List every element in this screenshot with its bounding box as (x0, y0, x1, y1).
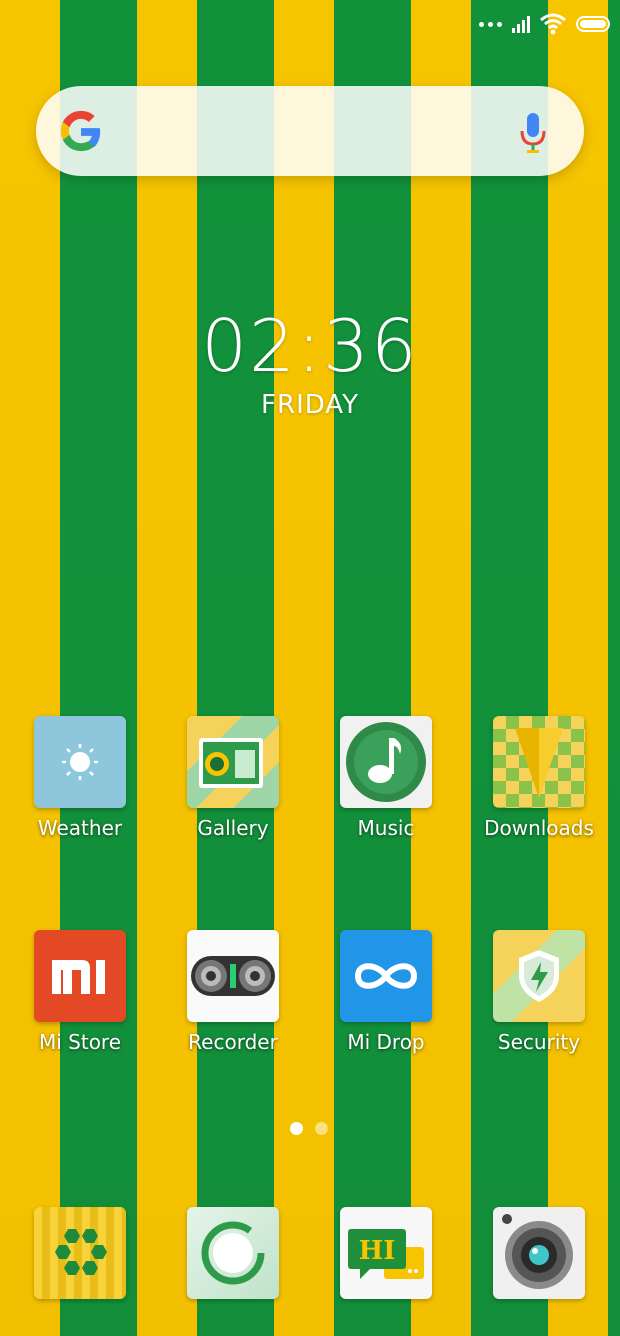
dock-reflection (0, 1310, 620, 1336)
clock-time: 02:36 (201, 304, 419, 388)
microphone-icon[interactable] (518, 111, 548, 155)
security-shield-icon (493, 930, 585, 1022)
app-label: Security (497, 1030, 581, 1054)
dock-messaging[interactable]: HI (316, 1207, 456, 1299)
app-music[interactable]: Music (316, 716, 456, 840)
page-dot (315, 1122, 328, 1135)
app-label: Weather (37, 816, 123, 840)
signal-icon (512, 15, 530, 33)
app-label: Mi Drop (347, 1030, 425, 1054)
app-recorder[interactable]: Recorder (163, 930, 303, 1054)
wallpaper (0, 0, 620, 1336)
app-label: Recorder (188, 1030, 278, 1054)
gallery-icon (187, 716, 279, 808)
more-dots-icon (479, 21, 502, 27)
app-mi-store[interactable]: Mi Store (10, 930, 150, 1054)
google-g-icon (60, 110, 101, 152)
app-label: Downloads (484, 816, 594, 840)
google-search-bar[interactable] (36, 86, 584, 176)
messaging-hi-icon: HI (340, 1207, 432, 1299)
recorder-icon (187, 930, 279, 1022)
app-label: Gallery (197, 816, 269, 840)
app-label: Music (357, 816, 415, 840)
clock-widget[interactable]: 02:36 FRIDAY (0, 306, 620, 420)
page-dot-active (290, 1122, 303, 1135)
themes-hexagon-icon (34, 1207, 126, 1299)
weather-sun-icon (34, 716, 126, 808)
downloads-arrow-icon (493, 716, 585, 808)
dock-cleaner[interactable] (163, 1207, 303, 1299)
camera-lens-icon (493, 1207, 585, 1299)
app-mi-drop[interactable]: Mi Drop (316, 930, 456, 1054)
dock-camera[interactable] (469, 1207, 609, 1299)
music-note-icon (340, 716, 432, 808)
app-weather[interactable]: Weather (10, 716, 150, 840)
mi-drop-infinity-icon (340, 930, 432, 1022)
app-gallery[interactable]: Gallery (163, 716, 303, 840)
app-downloads[interactable]: Downloads (469, 716, 609, 840)
svg-text:HI: HI (359, 1236, 396, 1266)
page-indicator (290, 1122, 328, 1135)
app-security[interactable]: Security (469, 930, 609, 1054)
dock-themes[interactable] (10, 1207, 150, 1299)
cleaner-ring-icon (187, 1207, 279, 1299)
wifi-icon (540, 13, 566, 35)
mi-store-icon (34, 930, 126, 1022)
clock-day: FRIDAY (261, 390, 359, 420)
app-label: Mi Store (38, 1030, 122, 1054)
status-bar (479, 10, 610, 38)
battery-icon (576, 16, 610, 32)
